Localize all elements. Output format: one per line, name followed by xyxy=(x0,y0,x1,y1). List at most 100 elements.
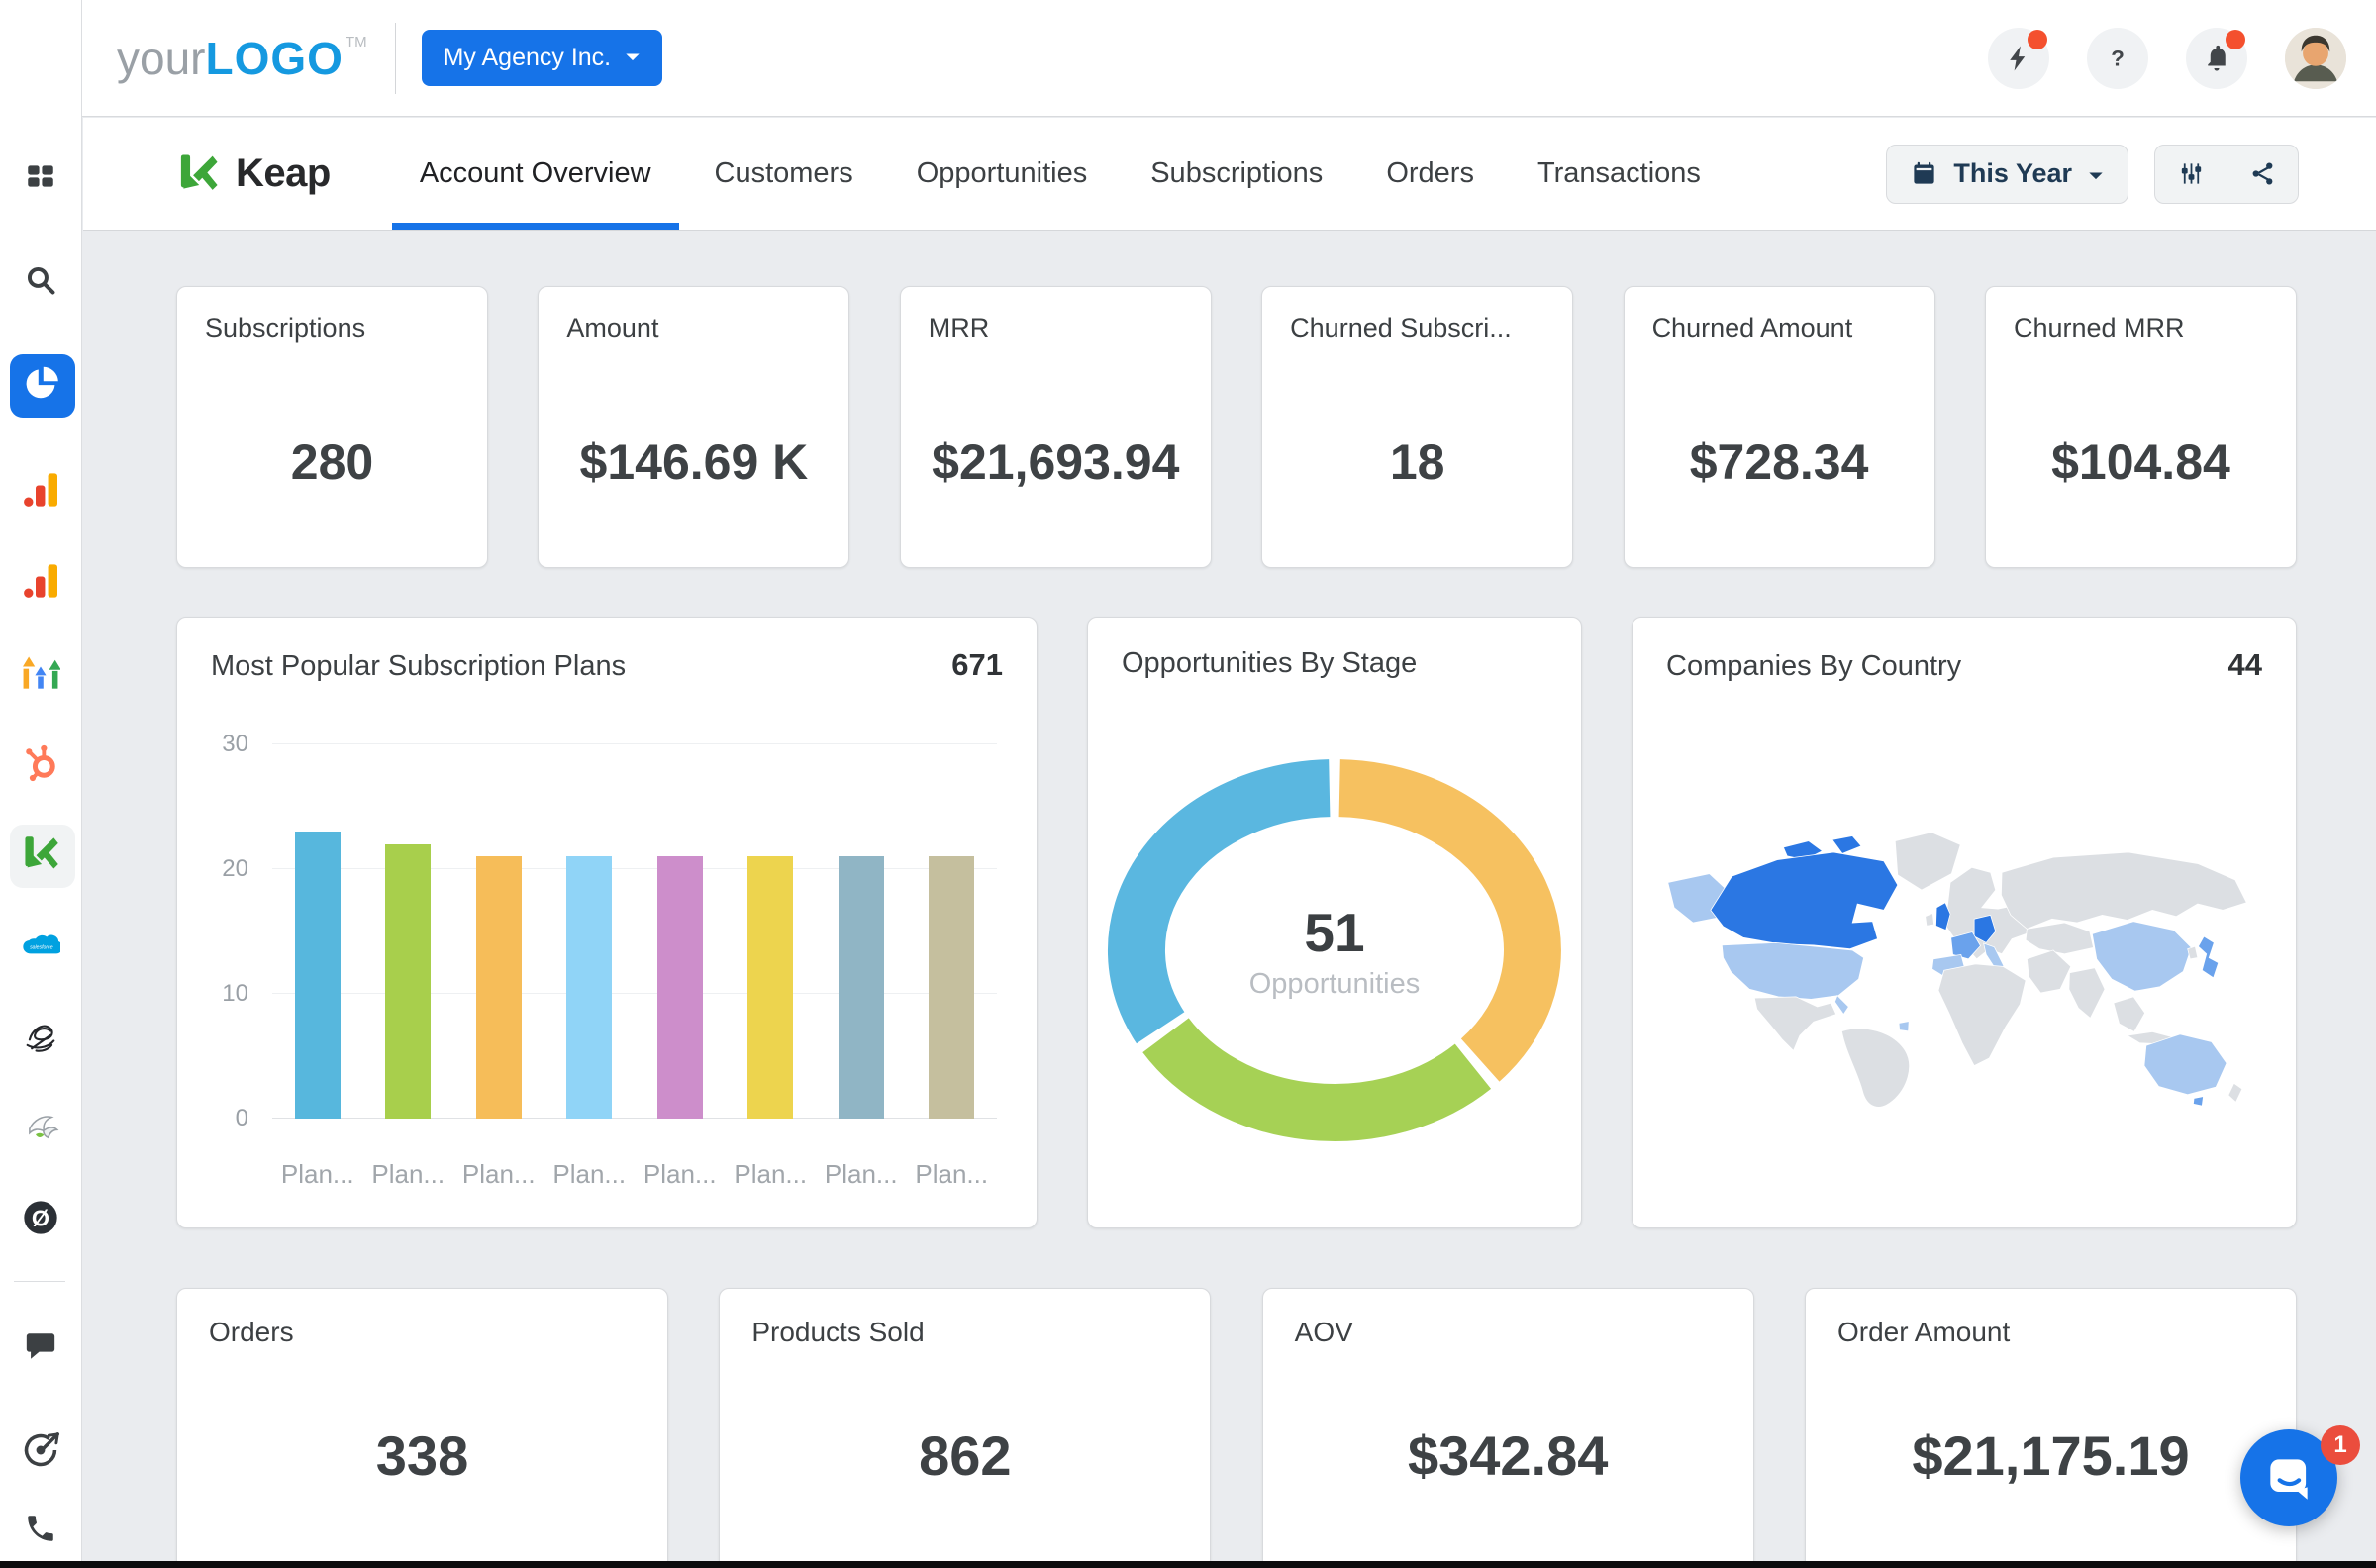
help-button[interactable]: ? xyxy=(2087,27,2148,89)
map-country-india[interactable] xyxy=(2068,967,2106,1020)
y-axis-tick: 0 xyxy=(235,1105,248,1131)
x-axis-label: Plan... xyxy=(643,1159,717,1189)
boost-button[interactable] xyxy=(1988,27,2049,89)
map-country-africa[interactable] xyxy=(1937,963,2027,1067)
x-axis-label: Plan... xyxy=(915,1159,989,1189)
intercom-unread-badge[interactable]: 1 xyxy=(2321,1425,2360,1465)
tab-subscriptions[interactable]: Subscriptions xyxy=(1119,118,1354,230)
sidebar-item-google-analytics-2[interactable] xyxy=(9,551,72,615)
kpi-card-amount: Amount $146.69 K xyxy=(538,286,850,568)
tab-orders[interactable]: Orders xyxy=(1354,118,1506,230)
map-country-united-states[interactable] xyxy=(1721,941,1864,1000)
target-icon xyxy=(24,1431,59,1466)
chart-title: Opportunities By Stage xyxy=(1122,647,1418,679)
sidebar-item-growth-arrows-app[interactable] xyxy=(9,642,72,706)
sidebar-item-sketch-app[interactable] xyxy=(9,1007,72,1070)
bar-plan-7[interactable] xyxy=(838,856,884,1119)
opportunities-by-stage-card: Opportunities By Stage 51 Opportunities xyxy=(1087,617,1582,1228)
bar-plan-5[interactable] xyxy=(656,856,703,1119)
share-button[interactable] xyxy=(2227,145,2298,203)
share-icon xyxy=(2252,162,2273,185)
kpi-card-orders: Orders 338 xyxy=(176,1288,668,1568)
map-country-china[interactable] xyxy=(2091,921,2192,992)
sidebar-item-hubspot[interactable] xyxy=(9,734,72,797)
sidebar: salesforce Ø xyxy=(0,0,82,1568)
map-country-korea[interactable] xyxy=(2187,945,2199,960)
logo-your: your xyxy=(117,32,206,84)
sidebar-item-target-arrow-app[interactable] xyxy=(9,1421,72,1484)
date-range-button[interactable]: This Year xyxy=(1886,144,2128,204)
kpi-label: Products Sold xyxy=(751,1317,925,1347)
filters-button[interactable] xyxy=(2155,146,2227,203)
donut-segment-2[interactable] xyxy=(1142,1017,1492,1141)
map-country-middle-east[interactable] xyxy=(2026,949,2072,994)
logo-tm: TM xyxy=(345,33,367,50)
bar-plan-3[interactable] xyxy=(475,856,522,1119)
map-country-australia[interactable] xyxy=(2143,1033,2228,1096)
app-logo: your LOGO TM xyxy=(117,32,367,85)
sidebar-item-keap[interactable] xyxy=(9,825,75,888)
bar-chart-x-labels: Plan... Plan... Plan... Plan... Plan... Plan.… xyxy=(272,1159,997,1190)
bar-plan-2[interactable] xyxy=(385,843,432,1119)
map-country-central-asia[interactable] xyxy=(2025,922,2095,955)
sidebar-item-search[interactable] xyxy=(9,250,72,314)
oslash-icon: Ø xyxy=(24,1200,57,1234)
hubspot-icon xyxy=(26,744,55,781)
bar-plan-6[interactable] xyxy=(747,856,794,1119)
sidebar-item-apps-grid[interactable] xyxy=(9,147,72,210)
map-country-japan[interactable] xyxy=(2197,935,2220,979)
map-country-ireland[interactable] xyxy=(1925,913,1934,927)
tab-account-overview[interactable]: Account Overview xyxy=(388,118,683,230)
bar-plan-1[interactable] xyxy=(294,832,341,1119)
bar-chart-plot xyxy=(272,743,997,1119)
kpi-value: 280 xyxy=(290,435,374,490)
sidebar-item-bird-app[interactable] xyxy=(9,1097,72,1160)
subscription-plans-chart-card: Most Popular Subscription Plans 671 0 10 2… xyxy=(176,617,1038,1228)
sidebar-item-dashboard-pie[interactable] xyxy=(9,354,75,418)
notification-dot-badge xyxy=(2028,29,2047,49)
kpi-value: $146.69 K xyxy=(579,435,809,490)
salesforce-icon: salesforce xyxy=(23,934,63,953)
map-country-arctic-2[interactable] xyxy=(1832,835,1862,854)
avatar[interactable] xyxy=(2285,27,2346,89)
chevron-down-icon xyxy=(2089,172,2103,180)
map-country-greenland[interactable] xyxy=(1894,832,1961,891)
map-country-russia-asia[interactable] xyxy=(2001,851,2247,930)
kpi-value: 338 xyxy=(375,1424,469,1487)
kpi-card-churned-subscri: Churned Subscri... 18 xyxy=(1261,286,1574,568)
notifications-button[interactable] xyxy=(2186,27,2247,89)
map-country-canada[interactable] xyxy=(1710,851,1899,950)
bird-icon xyxy=(29,1115,59,1138)
tab-transactions[interactable]: Transactions xyxy=(1506,118,1732,230)
tab-customers[interactable]: Customers xyxy=(683,118,885,230)
sidebar-item-phone[interactable] xyxy=(9,1499,72,1562)
sidebar-item-chat[interactable] xyxy=(9,1317,72,1380)
sidebar-item-circle-slash-app[interactable]: Ø xyxy=(9,1188,72,1251)
kpi-value: $342.84 xyxy=(1407,1424,1609,1487)
bar-plan-8[interactable] xyxy=(929,856,975,1119)
kpi-value: $728.34 xyxy=(1689,435,1869,490)
companies-by-country-card: Companies By Country 44 xyxy=(1632,617,2297,1228)
map-country-guiana[interactable] xyxy=(1898,1021,1910,1032)
agency-selector-button[interactable]: My Agency Inc. xyxy=(421,30,663,86)
x-axis-label: Plan... xyxy=(734,1159,808,1189)
agency-selector-label: My Agency Inc. xyxy=(443,44,612,71)
map-country-south-america[interactable] xyxy=(1840,1028,1910,1108)
map-country-tasmania[interactable] xyxy=(2192,1096,2204,1107)
tab-opportunities[interactable]: Opportunities xyxy=(885,118,1120,230)
chart-total-badge: 671 xyxy=(951,647,1003,682)
sidebar-item-salesforce[interactable]: salesforce xyxy=(9,916,72,979)
x-axis-label: Plan... xyxy=(280,1159,354,1189)
sidebar-item-google-analytics-1[interactable] xyxy=(9,460,72,524)
map-country-new-zealand[interactable] xyxy=(2228,1082,2243,1104)
map-country-florida[interactable] xyxy=(1833,994,1849,1016)
sidebar-divider xyxy=(14,1281,65,1282)
bell-icon xyxy=(2208,45,2226,70)
map-country-mexico[interactable] xyxy=(1753,996,1837,1052)
x-axis-label: Plan... xyxy=(371,1159,446,1189)
map-country-se-asia[interactable] xyxy=(2113,996,2146,1032)
topbar: your LOGO TM My Agency Inc. ? xyxy=(0,0,2376,117)
kpi-row: Subscriptions 280 Amount $146.69 K MRR $21,69… xyxy=(176,286,2297,568)
kpi-card-aov: AOV $342.84 xyxy=(1261,1288,1754,1568)
bar-plan-4[interactable] xyxy=(566,856,613,1119)
